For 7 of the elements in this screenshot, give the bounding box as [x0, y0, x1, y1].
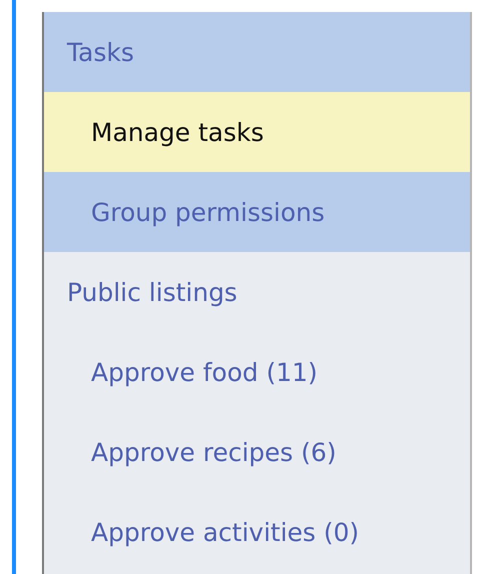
section-header[interactable]: Tasks: [44, 12, 470, 92]
nav-item[interactable]: Manage tasks: [44, 92, 470, 172]
nav-item[interactable]: Approve activities (0): [44, 492, 470, 572]
nav-item[interactable]: Approve recipes (6): [44, 412, 470, 492]
section-header[interactable]: Public listings: [44, 252, 470, 332]
nav-item[interactable]: Approve food (11): [44, 332, 470, 412]
nav-item[interactable]: Group permissions: [44, 172, 470, 252]
